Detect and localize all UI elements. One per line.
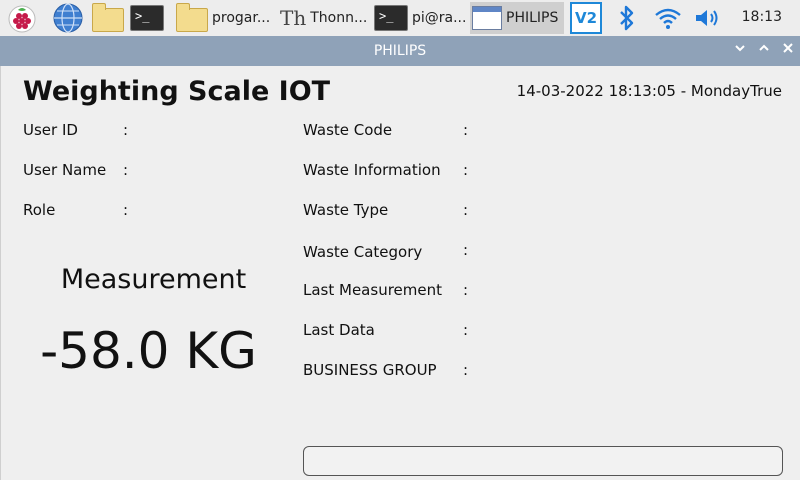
task-label: pi@ra... — [412, 10, 467, 26]
task-label: PHILIPS — [506, 10, 559, 26]
terminal-launcher-button[interactable] — [130, 2, 164, 34]
waste-category-colon: : — [463, 241, 469, 259]
window-icon — [472, 6, 502, 30]
browser-button[interactable] — [52, 2, 84, 34]
waste-information-colon: : — [463, 161, 469, 179]
last-measurement-colon: : — [463, 281, 469, 299]
business-group-colon: : — [463, 361, 469, 379]
waste-category-label: Waste Category — [303, 243, 423, 261]
bluetooth-tray-button[interactable] — [618, 2, 636, 34]
terminal-icon — [130, 5, 164, 31]
last-data-colon: : — [463, 321, 469, 339]
file-manager-button[interactable] — [92, 2, 124, 34]
task-philips[interactable]: PHILIPS — [470, 2, 565, 34]
last-data-label: Last Data — [303, 321, 375, 339]
window-title: PHILIPS — [373, 43, 427, 59]
window-titlebar[interactable]: PHILIPS — [0, 36, 800, 66]
taskbar: progar... Th Thonn... pi@ra... PHILIPS V… — [0, 0, 800, 36]
vnc-tray-button[interactable]: V2 — [570, 2, 602, 34]
chevron-down-icon — [735, 45, 745, 52]
minimize-button[interactable] — [732, 42, 748, 58]
measurement-title: Measurement — [60, 264, 247, 295]
task-terminal[interactable]: pi@ra... — [374, 2, 466, 34]
user-name-colon: : — [123, 161, 129, 179]
maximize-button[interactable] — [756, 42, 772, 58]
folder-icon — [176, 3, 208, 32]
globe-icon — [53, 3, 83, 33]
folder-icon — [92, 3, 124, 32]
close-button[interactable] — [780, 42, 796, 58]
business-group-label: BUSINESS GROUP — [303, 361, 437, 379]
close-icon — [783, 43, 793, 53]
user-id-label: User ID — [23, 121, 78, 139]
task-label: Thonn... — [310, 10, 368, 26]
wifi-tray-button[interactable] — [654, 2, 682, 34]
app-content: Weighting Scale IOT 14-03-2022 18:13:05 … — [0, 66, 800, 480]
role-colon: : — [123, 201, 129, 219]
task-label: progar... — [212, 10, 271, 26]
wifi-icon — [655, 8, 681, 29]
datetime-label: 14-03-2022 18:13:05 - MondayTrue — [516, 82, 782, 100]
task-progar[interactable]: progar... — [176, 2, 270, 34]
volume-icon — [696, 10, 718, 26]
task-thonny[interactable]: Th Thonn... — [280, 2, 367, 34]
user-id-colon: : — [123, 121, 129, 139]
chevron-up-icon — [759, 44, 769, 51]
waste-type-label: Waste Type — [303, 201, 389, 219]
taskbar-clock: 18:13 — [741, 9, 782, 25]
vnc-icon: V2 — [570, 2, 602, 34]
waste-information-label: Waste Information — [303, 161, 441, 179]
bluetooth-icon — [620, 5, 634, 31]
thonny-icon: Th — [280, 6, 307, 30]
volume-tray-button[interactable] — [694, 2, 722, 34]
waste-code-colon: : — [463, 121, 469, 139]
waste-type-colon: : — [463, 201, 469, 219]
raspberry-menu-icon — [8, 5, 36, 33]
last-measurement-label: Last Measurement — [303, 281, 442, 299]
status-field[interactable] — [303, 446, 783, 476]
terminal-icon — [374, 5, 408, 31]
user-name-label: User Name — [23, 161, 107, 179]
waste-code-label: Waste Code — [303, 121, 393, 139]
menu-button[interactable] — [6, 2, 38, 34]
app-title: Weighting Scale IOT — [23, 76, 331, 107]
role-label: Role — [23, 201, 56, 219]
measurement-value: -58.0 KG — [40, 322, 257, 380]
